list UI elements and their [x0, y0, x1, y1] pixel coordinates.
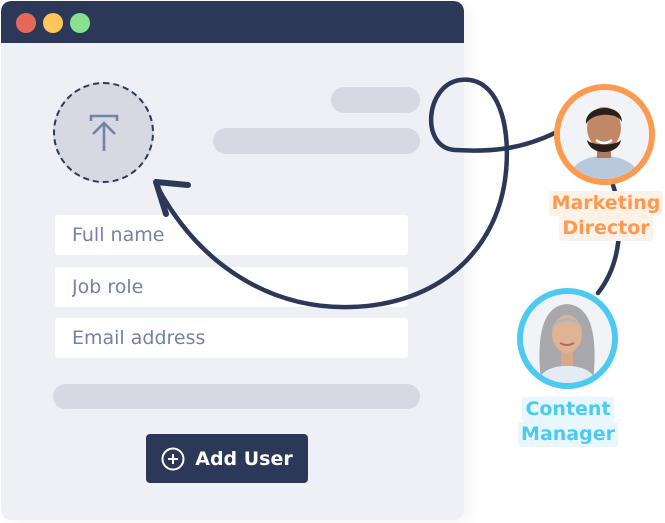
role-line-1: Marketing	[548, 191, 664, 216]
placeholder-bar-long	[213, 128, 420, 154]
content-manager-avatar	[517, 288, 618, 389]
upload-icon	[89, 114, 118, 151]
plus-circle-icon	[161, 447, 185, 470]
title-bar	[1, 1, 464, 43]
add-user-label: Add User	[195, 447, 293, 470]
marketing-director-avatar	[554, 84, 655, 185]
marketing-director-label: Marketing Director	[548, 191, 664, 241]
placeholder-bar-short	[331, 87, 420, 113]
job-role-input[interactable]	[55, 267, 408, 307]
maximize-window-button[interactable]	[70, 13, 90, 33]
add-user-button[interactable]: Add User	[146, 434, 308, 483]
email-address-input[interactable]	[55, 318, 408, 358]
person-photo-icon	[523, 294, 612, 383]
minimize-window-button[interactable]	[43, 13, 63, 33]
person-photo-icon	[560, 90, 649, 179]
close-window-button[interactable]	[16, 13, 36, 33]
avatar-upload-dropzone[interactable]	[53, 82, 154, 183]
role-line-1: Content	[522, 397, 614, 422]
app-window: Add User	[1, 1, 464, 520]
role-line-2: Manager	[518, 422, 618, 447]
role-line-2: Director	[559, 216, 653, 241]
content-manager-label: Content Manager	[510, 397, 626, 447]
full-name-input[interactable]	[55, 215, 408, 255]
placeholder-bar-wide	[53, 384, 420, 409]
